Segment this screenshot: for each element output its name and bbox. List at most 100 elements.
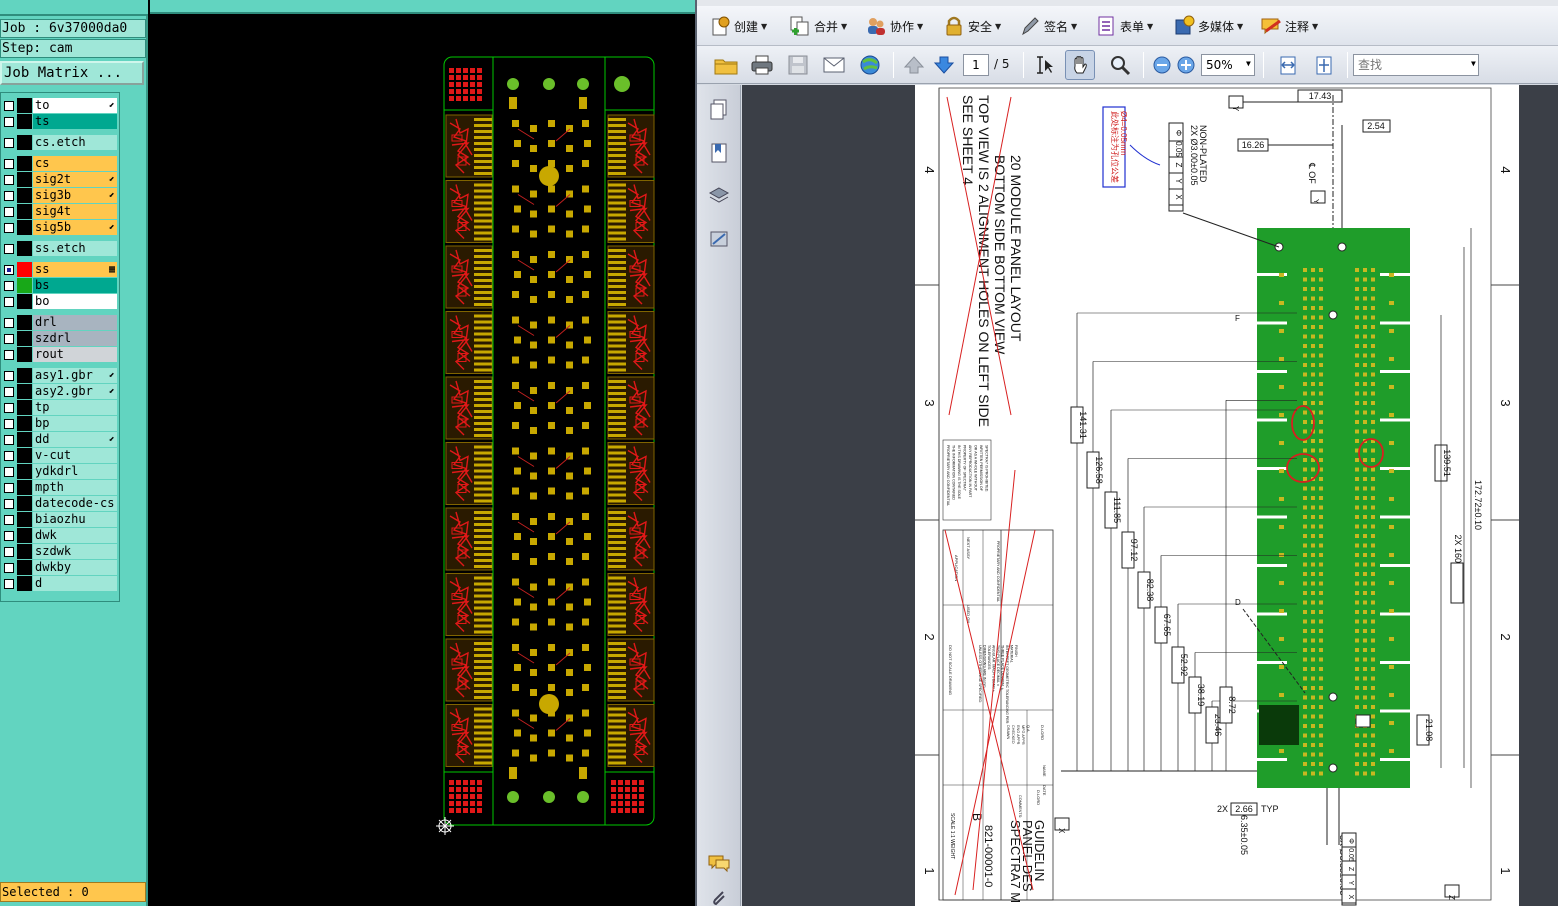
layer-color-swatch[interactable] <box>17 294 32 309</box>
layer-name[interactable]: bs <box>33 278 117 293</box>
layer-name[interactable]: ydkdrl <box>33 464 117 479</box>
layer-color-swatch[interactable] <box>17 432 32 447</box>
comments-panel-icon[interactable] <box>706 850 732 876</box>
layer-row-bp[interactable]: bp <box>1 416 119 432</box>
layer-name[interactable]: asy2.gbr ⬋ <box>33 384 117 399</box>
layer-row-bs[interactable]: bs <box>1 278 119 294</box>
layer-color-swatch[interactable] <box>17 114 32 129</box>
layer-row-rout[interactable]: rout <box>1 347 119 363</box>
layer-color-swatch[interactable] <box>17 528 32 543</box>
layer-name[interactable]: asy1.gbr ⬋ <box>33 368 117 383</box>
layer-color-swatch[interactable] <box>17 384 32 399</box>
layer-color-swatch[interactable] <box>17 204 32 219</box>
layer-name[interactable]: sig2t ⬋ <box>33 172 117 187</box>
layer-color-swatch[interactable] <box>17 480 32 495</box>
select-text-icon[interactable] <box>1031 52 1057 78</box>
layer-checkbox[interactable] <box>4 451 14 461</box>
toolbar-button-collaborate[interactable]: 协作 ▼ <box>865 11 923 41</box>
layer-checkbox[interactable] <box>4 483 14 493</box>
layer-color-swatch[interactable] <box>17 544 32 559</box>
previous-page-icon[interactable] <box>901 52 927 78</box>
layer-row-sig2t[interactable]: sig2t ⬋ <box>1 172 119 188</box>
layer-row-sig3b[interactable]: sig3b ⬋ <box>1 188 119 204</box>
pages-panel-icon[interactable] <box>706 97 732 123</box>
layer-row-asy2.gbr[interactable]: asy2.gbr ⬋ <box>1 384 119 400</box>
find-dropdown-icon[interactable]: ▼ <box>1471 59 1476 68</box>
layer-name[interactable]: bo <box>33 294 117 309</box>
layer-color-swatch[interactable] <box>17 368 32 383</box>
layer-name[interactable]: dwk <box>33 528 117 543</box>
toolbar-button-create[interactable]: 创建 ▼ <box>709 11 767 41</box>
layer-name[interactable]: sig4t <box>33 204 117 219</box>
find-input[interactable] <box>1353 54 1479 76</box>
layer-checkbox[interactable] <box>4 499 14 509</box>
layer-color-swatch[interactable] <box>17 278 32 293</box>
layer-color-swatch[interactable] <box>17 172 32 187</box>
layer-row-datecode-cs[interactable]: datecode-cs <box>1 496 119 512</box>
layer-row-sig5b[interactable]: sig5b ⬋ <box>1 220 119 236</box>
layer-name[interactable]: d <box>33 576 117 591</box>
layer-checkbox[interactable] <box>4 297 14 307</box>
cam-graphics-canvas[interactable] <box>150 0 695 906</box>
web-globe-icon[interactable] <box>857 52 883 78</box>
layer-checkbox[interactable] <box>4 159 14 169</box>
layer-color-swatch[interactable] <box>17 347 32 362</box>
layer-color-swatch[interactable] <box>17 560 32 575</box>
layer-checkbox[interactable] <box>4 318 14 328</box>
layer-checkbox[interactable] <box>4 579 14 589</box>
layer-checkbox[interactable] <box>4 547 14 557</box>
layer-row-szdwk[interactable]: szdwk <box>1 544 119 560</box>
layer-row-dwk[interactable]: dwk <box>1 528 119 544</box>
layer-name[interactable]: cs <box>33 156 117 171</box>
layer-checkbox[interactable] <box>4 334 14 344</box>
layer-row-drl[interactable]: drl <box>1 315 119 331</box>
layer-color-swatch[interactable] <box>17 576 32 591</box>
layer-color-swatch[interactable] <box>17 220 32 235</box>
layer-checkbox[interactable] <box>4 191 14 201</box>
layer-row-cs[interactable]: cs <box>1 156 119 172</box>
layer-name[interactable]: sig3b ⬋ <box>33 188 117 203</box>
layer-name[interactable]: ts <box>33 114 117 129</box>
layer-row-sig4t[interactable]: sig4t <box>1 204 119 220</box>
layer-name[interactable]: sig5b ⬋ <box>33 220 117 235</box>
save-icon[interactable] <box>785 52 811 78</box>
layer-name[interactable]: ss.etch <box>33 241 117 256</box>
layer-checkbox[interactable] <box>4 387 14 397</box>
layer-color-swatch[interactable] <box>17 496 32 511</box>
attachments-panel-icon[interactable] <box>706 885 732 906</box>
layer-name[interactable]: datecode-cs <box>33 496 117 511</box>
email-icon[interactable] <box>821 52 847 78</box>
layer-name[interactable]: tp <box>33 400 117 415</box>
layer-checkbox[interactable] <box>4 101 14 111</box>
layer-color-swatch[interactable] <box>17 241 32 256</box>
zoom-in-icon[interactable] <box>1173 52 1199 78</box>
layer-row-ss[interactable]: ss ▦ <box>1 262 119 278</box>
layer-color-swatch[interactable] <box>17 416 32 431</box>
layer-color-swatch[interactable] <box>17 188 32 203</box>
layer-row-cs.etch[interactable]: cs.etch <box>1 135 119 151</box>
bookmarks-panel-icon[interactable] <box>706 140 732 166</box>
layer-name[interactable]: to ⬋ <box>33 98 117 113</box>
layer-checkbox[interactable] <box>4 175 14 185</box>
layer-name[interactable]: bp <box>33 416 117 431</box>
layer-row-v-cut[interactable]: v-cut <box>1 448 119 464</box>
layer-color-swatch[interactable] <box>17 400 32 415</box>
layer-color-swatch[interactable] <box>17 464 32 479</box>
layer-name[interactable]: biaozhu <box>33 512 117 527</box>
layer-color-swatch[interactable] <box>17 156 32 171</box>
layer-name[interactable]: mpth <box>33 480 117 495</box>
layer-name[interactable]: dwkby <box>33 560 117 575</box>
toolbar-button-comment[interactable]: 注释 ▼ <box>1260 11 1318 41</box>
fit-width-icon[interactable] <box>1275 52 1301 78</box>
toolbar-button-form[interactable]: 表单 ▼ <box>1095 11 1153 41</box>
layer-row-ydkdrl[interactable]: ydkdrl <box>1 464 119 480</box>
layer-row-bo[interactable]: bo <box>1 294 119 310</box>
layer-name[interactable]: szdrl <box>33 331 117 346</box>
layer-name[interactable]: cs.etch <box>33 135 117 150</box>
layer-row-asy1.gbr[interactable]: asy1.gbr ⬋ <box>1 368 119 384</box>
layer-name[interactable]: szdwk <box>33 544 117 559</box>
layer-color-swatch[interactable] <box>17 331 32 346</box>
layer-name[interactable]: drl <box>33 315 117 330</box>
layer-checkbox[interactable] <box>4 515 14 525</box>
layer-row-biaozhu[interactable]: biaozhu <box>1 512 119 528</box>
